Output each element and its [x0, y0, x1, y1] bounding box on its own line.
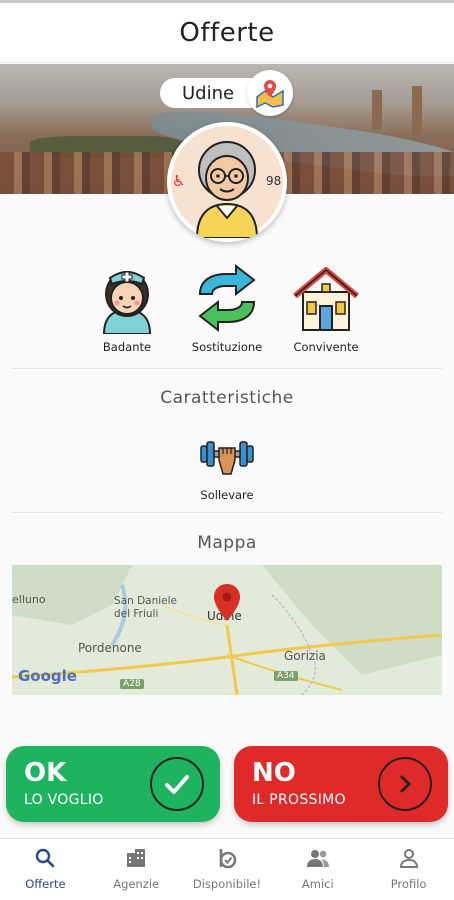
tab-amici[interactable]: Amici [272, 839, 363, 900]
page-title: Offerte [179, 17, 275, 48]
tab-agenzie[interactable]: Agenzie [91, 839, 182, 900]
badge-icon [219, 849, 237, 869]
wheelchair-icon: ♿ [172, 172, 186, 190]
map-pin-icon[interactable] [247, 70, 293, 116]
features-title: Caratteristiche [160, 388, 294, 408]
role-convivente[interactable]: Convivente [278, 262, 374, 354]
bottom-nav: Offerte Agenzie Disponibile! Amici Profi… [0, 838, 454, 900]
city-label: Udine [182, 82, 235, 104]
reject-subtitle: IL PROSSIMO [252, 792, 346, 808]
chevron-right-icon [378, 757, 432, 811]
road-shield: A28 [120, 679, 144, 689]
map-label: Gorizia [284, 649, 326, 663]
nurse-icon [92, 262, 162, 335]
people-icon [306, 850, 329, 867]
tab-label: Profilo [390, 877, 427, 891]
tab-label: Amici [301, 877, 334, 891]
road-shield: A34 [274, 671, 298, 681]
role-label: Badante [102, 340, 152, 354]
tab-label: Disponibile! [192, 877, 262, 891]
accept-title: OK [24, 758, 67, 788]
role-sostituzione[interactable]: Sostituzione [179, 262, 275, 354]
google-logo: Google [18, 667, 77, 685]
map-view[interactable]: elluno San Daniele del Friuli Udine Pord… [12, 565, 442, 695]
map-marker-icon[interactable] [212, 583, 242, 623]
building-icon [127, 849, 146, 867]
check-icon [150, 757, 204, 811]
tab-label: Offerte [25, 877, 66, 891]
tab-offerte[interactable]: Offerte [0, 839, 91, 900]
map-label: San Daniele del Friuli [114, 595, 178, 620]
person-icon [399, 849, 418, 868]
reject-button[interactable]: NO IL PROSSIMO [234, 746, 448, 822]
search-icon [36, 848, 55, 868]
feature-label: Sollevare [200, 488, 254, 502]
dumbbell-icon [200, 441, 254, 475]
accept-subtitle: LO VOGLIO [24, 792, 104, 808]
age-value: 98 [266, 174, 282, 188]
swap-arrows-icon [192, 262, 262, 334]
divider [12, 368, 442, 369]
accept-button[interactable]: OK LO VOGLIO [6, 746, 220, 822]
feature-sollevare: Sollevare [177, 430, 277, 502]
tab-label: Agenzie [113, 877, 160, 891]
role-label: Sostituzione [191, 340, 263, 354]
house-icon [291, 262, 361, 334]
role-badante[interactable]: Badante [79, 262, 175, 354]
map-title: Mappa [197, 533, 257, 553]
map-label: elluno [12, 593, 46, 606]
app-header: Offerte [0, 3, 454, 63]
tab-disponibile[interactable]: Disponibile! [182, 839, 273, 900]
tab-profilo[interactable]: Profilo [363, 839, 454, 900]
reject-title: NO [252, 758, 296, 788]
role-options: Badante Sostituzione Convivente [0, 262, 454, 362]
map-label: Pordenone [78, 641, 142, 655]
divider [12, 512, 442, 513]
role-label: Convivente [293, 340, 359, 354]
